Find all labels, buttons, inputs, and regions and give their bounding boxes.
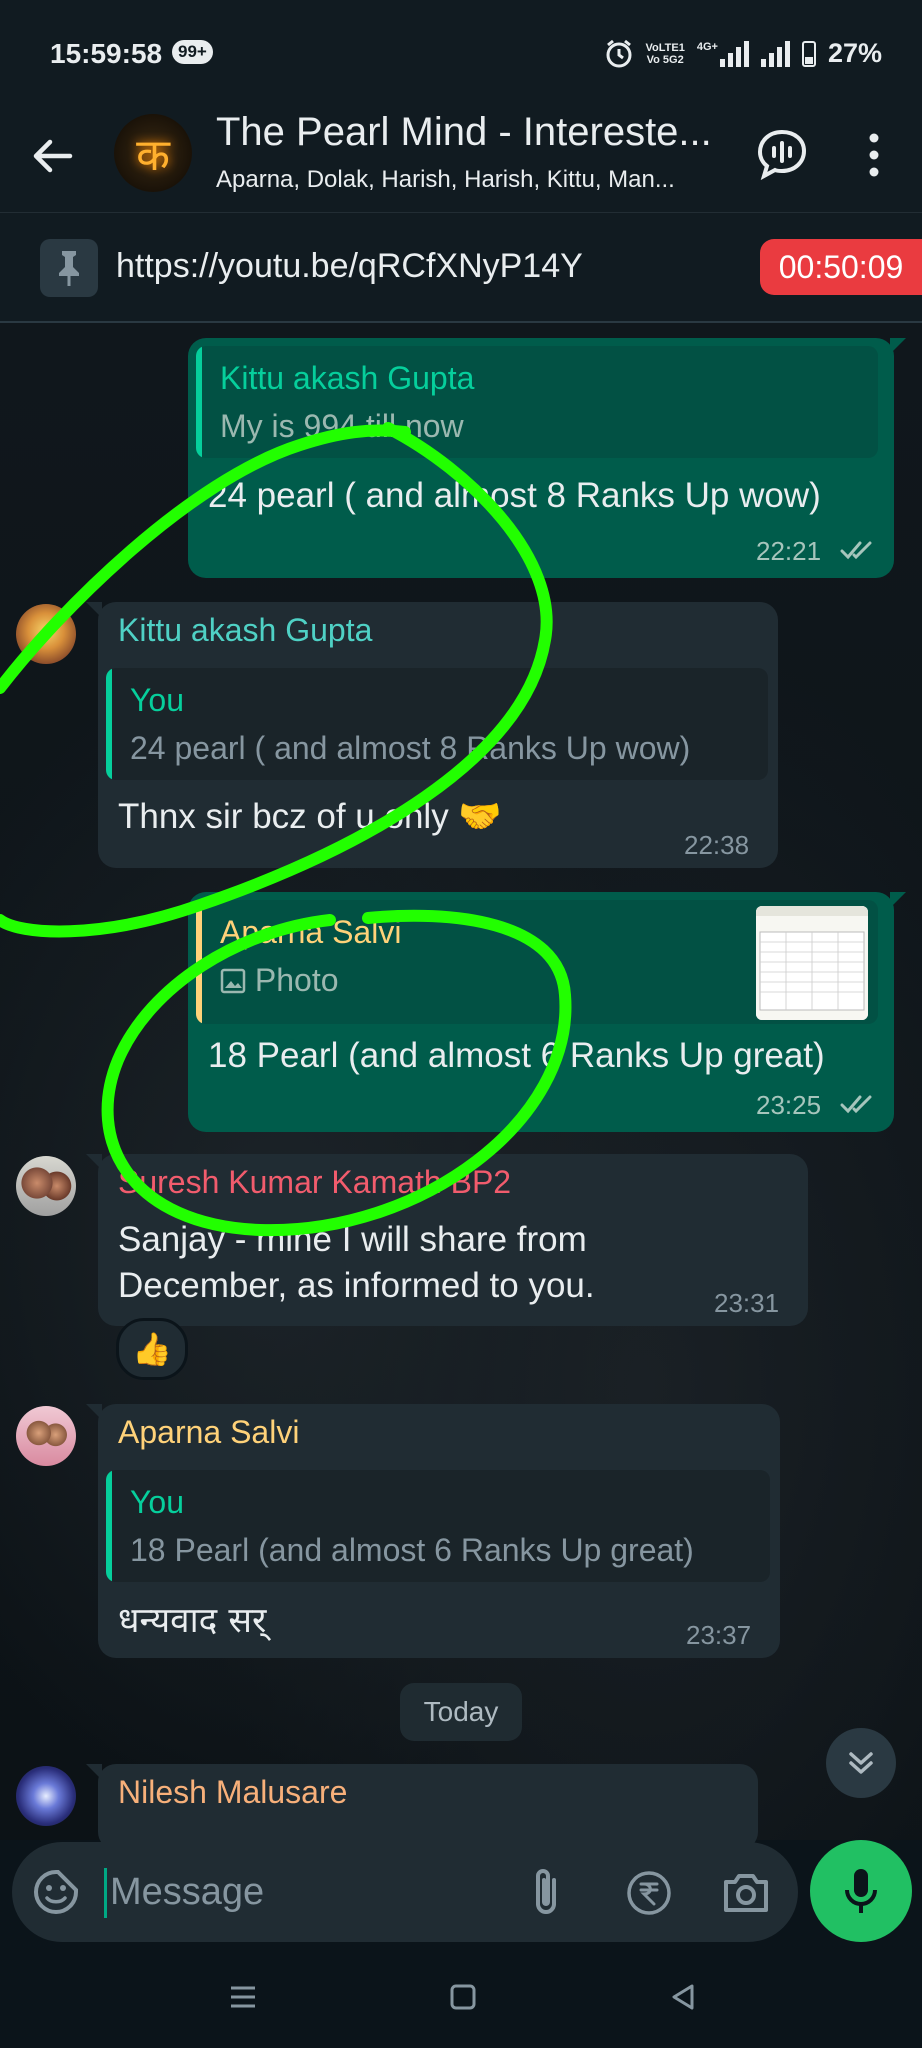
group-avatar-glyph: क: [136, 130, 170, 181]
attach-icon[interactable]: [524, 1866, 568, 1920]
pin-icon: [40, 239, 98, 297]
message-time: 22:21: [756, 536, 822, 566]
volte-top: VoLTE1: [645, 41, 685, 54]
message-text: 18 Pearl (and almost 6 Ranks Up great): [208, 1036, 825, 1075]
volte-bottom: Vo 5G2: [646, 53, 684, 66]
quote-text: My is 994 till now: [220, 408, 464, 444]
battery-level: 27%: [827, 38, 882, 68]
double-chevron-down-icon: [849, 1752, 873, 1774]
quote-text: 24 pearl ( and almost 8 Ranks Up wow): [130, 730, 691, 766]
message-bubble-incoming[interactable]: Kittu akash Gupta You 24 pearl ( and alm…: [86, 602, 778, 868]
pinned-link[interactable]: https://youtu.be/qRCfXNyP14Y: [116, 247, 583, 286]
quoted-message[interactable]: You 24 pearl ( and almost 8 Ranks Up wow…: [106, 668, 768, 780]
quote-bar: [196, 900, 202, 1024]
avatar[interactable]: [16, 1766, 76, 1826]
quote-text-row: Photo: [220, 962, 339, 999]
read-receipt-icon: [840, 1095, 872, 1114]
status-time: 15:59:58: [50, 38, 163, 69]
notification-badge: 99+: [172, 40, 213, 64]
status-icons: VoLTE1 Vo 5G2 4G+ 27%: [604, 38, 882, 69]
text-cursor: [104, 1868, 107, 1918]
rupee-payment-icon[interactable]: [626, 1870, 672, 1916]
message-bubble-incoming[interactable]: Nilesh Malusare: [86, 1764, 758, 1850]
status-bar: 15:59:58 99+ VoLTE1 Vo 5G2 4G+ 27%: [0, 0, 922, 100]
quoted-message[interactable]: Aparna Salvi Photo: [196, 900, 878, 1024]
signal-1: 4G+: [696, 40, 749, 67]
network-type: 4G+: [696, 40, 718, 53]
message-bubble-outgoing[interactable]: Kittu akash Gupta My is 994 till now 24 …: [188, 338, 906, 578]
recent-apps-icon[interactable]: [228, 1982, 258, 2012]
quote-sender: Aparna Salvi: [220, 914, 402, 950]
message-time: 23:37: [686, 1620, 752, 1650]
message-bubble-outgoing[interactable]: Aparna Salvi Photo 18 Pearl (and almost …: [188, 892, 906, 1132]
microphone-icon: [845, 1869, 877, 1913]
photo-icon: [220, 968, 246, 994]
date-divider: Today: [400, 1683, 522, 1741]
signal-bars-2-icon: [760, 40, 790, 67]
message-text: Thnx sir bcz of u only 🤝: [118, 797, 502, 836]
scroll-to-bottom-button[interactable]: [826, 1728, 896, 1798]
message-time: 23:25: [756, 1090, 822, 1120]
message-time: 22:38: [684, 830, 750, 860]
message-sender[interactable]: Aparna Salvi: [118, 1414, 299, 1451]
group-avatar[interactable]: क: [114, 114, 192, 192]
message-composer: [12, 1842, 798, 1942]
back-nav-icon[interactable]: [668, 1982, 698, 2012]
message-time: 23:31: [714, 1288, 780, 1318]
message-text-line2: December, as informed to you.: [118, 1266, 595, 1305]
message-sender[interactable]: Kittu akash Gupta: [118, 612, 372, 649]
quote-sender: You: [130, 682, 184, 718]
avatar[interactable]: [16, 1406, 76, 1466]
volte-indicator: VoLTE1 Vo 5G2: [646, 42, 685, 66]
sticker-icon[interactable]: [32, 1868, 80, 1916]
camera-icon[interactable]: [722, 1870, 770, 1914]
quote-text: 18 Pearl (and almost 6 Ranks Up great): [130, 1532, 694, 1568]
quote-bar: [196, 346, 202, 458]
quoted-message[interactable]: Kittu akash Gupta My is 994 till now: [196, 346, 878, 458]
chat-header: क The Pearl Mind - Intereste... Aparna, …: [0, 100, 922, 212]
battery-icon: [801, 40, 816, 67]
message-text: 24 pearl ( and almost 8 Ranks Up wow): [208, 476, 821, 515]
quote-bar: [106, 668, 112, 780]
signal-bars-icon: [719, 40, 749, 67]
quote-sender: Kittu akash Gupta: [220, 360, 475, 396]
home-icon[interactable]: [448, 1982, 478, 2012]
avatar[interactable]: [16, 604, 76, 664]
message-input[interactable]: [110, 1862, 490, 1922]
recording-timer: 00:50:09: [760, 239, 922, 295]
message-text: धन्यवाद सर्: [118, 1601, 267, 1641]
quote-text: Photo: [254, 962, 339, 998]
alarm-icon: [606, 39, 632, 67]
message-sender[interactable]: Suresh Kumar Kamath BP2: [118, 1164, 511, 1201]
voice-chat-icon[interactable]: [756, 128, 808, 180]
back-arrow-icon[interactable]: [30, 134, 74, 178]
reaction-emoji: 👍: [132, 1331, 172, 1367]
reaction-badge[interactable]: 👍: [116, 1318, 188, 1380]
avatar[interactable]: [16, 1156, 76, 1216]
message-sender[interactable]: Nilesh Malusare: [118, 1774, 347, 1811]
read-receipt-icon: [840, 541, 872, 560]
message-bubble-incoming[interactable]: Aparna Salvi You 18 Pearl (and almost 6 …: [86, 1404, 780, 1658]
chat-title[interactable]: The Pearl Mind - Intereste...: [216, 110, 726, 155]
chat-members[interactable]: Aparna, Dolak, Harish, Harish, Kittu, Ma…: [216, 166, 726, 194]
pinned-message-bar[interactable]: https://youtu.be/qRCfXNyP14Y 00:50:09: [0, 212, 922, 323]
system-navigation-bar: [0, 1952, 922, 2048]
photo-thumbnail[interactable]: [756, 906, 868, 1020]
message-bubble-incoming[interactable]: Suresh Kumar Kamath BP2 Sanjay - mine I …: [86, 1154, 808, 1326]
spreadsheet-thumbnail-icon: [756, 906, 868, 1020]
quoted-message[interactable]: You 18 Pearl (and almost 6 Ranks Up grea…: [106, 1470, 770, 1582]
quote-bar: [106, 1470, 112, 1582]
more-options-icon[interactable]: [860, 130, 888, 180]
quote-sender: You: [130, 1484, 184, 1520]
message-text-line1: Sanjay - mine I will share from: [118, 1220, 587, 1259]
voice-record-button[interactable]: [810, 1840, 912, 1942]
